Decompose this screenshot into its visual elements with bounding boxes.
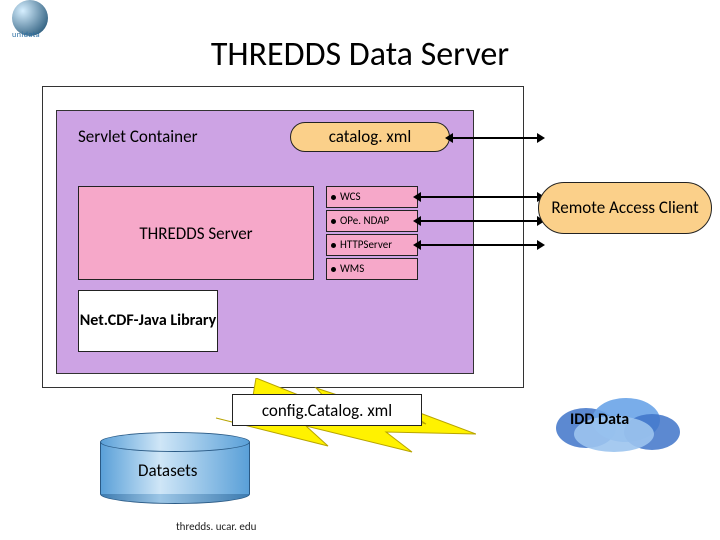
page-title: THREDDS Data Server <box>0 34 720 75</box>
netcdf-java-box: Net.CDF-Java Library <box>78 290 218 352</box>
catalog-xml-box: catalog. xml <box>290 122 450 152</box>
service-httpserver: HTTPServer <box>326 234 418 256</box>
netcdf-label: Net.CDF-Java Library <box>80 312 217 330</box>
service-wcs: WCS <box>326 186 418 208</box>
servlet-container-label: Servlet Container <box>78 126 198 147</box>
arrow-opendap-remote <box>420 220 538 222</box>
bullet-icon <box>331 219 336 224</box>
arrow-catalog-remote <box>452 137 538 139</box>
arrow-wcs-remote <box>420 196 538 198</box>
service-label: WCS <box>340 190 361 203</box>
remote-label: Remote Access Client <box>551 198 698 218</box>
remote-access-client-box: Remote Access Client <box>538 182 712 234</box>
service-label: HTTPServer <box>340 238 392 251</box>
bullet-icon <box>331 267 336 272</box>
bullet-icon <box>331 243 336 248</box>
idd-data-label: IDD Data <box>570 410 629 429</box>
thredds-server-box: THREDDS Server <box>78 186 314 280</box>
footer-url: thredds. ucar. edu <box>176 520 256 533</box>
config-catalog-xml-box: config.Catalog. xml <box>232 394 422 426</box>
datasets-label: Datasets <box>138 460 197 481</box>
arrow-http-remote <box>420 244 538 246</box>
service-opendap: OPe. NDAP <box>326 210 418 232</box>
config-label: config.Catalog. xml <box>262 400 392 421</box>
service-label: OPe. NDAP <box>340 214 389 227</box>
service-label: WMS <box>340 262 364 275</box>
bullet-icon <box>331 195 336 200</box>
service-wms: WMS <box>326 258 418 280</box>
